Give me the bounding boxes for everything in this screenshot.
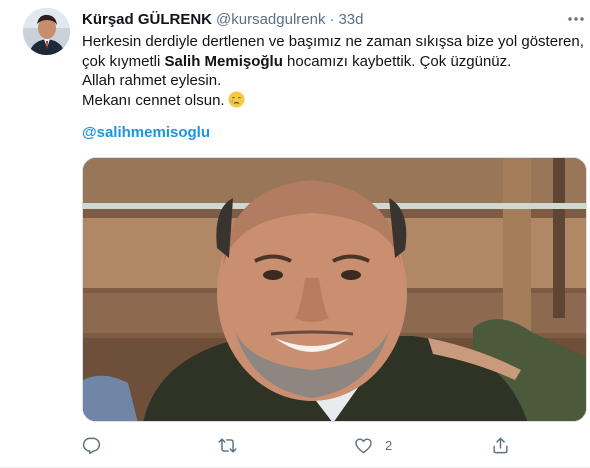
retweet-button[interactable] xyxy=(218,433,249,457)
tweet-text-segment: Mekanı cennet olsun. xyxy=(82,91,225,109)
share-icon xyxy=(493,437,508,453)
more-icon xyxy=(568,17,584,21)
portrait-photo xyxy=(83,158,586,421)
tweet[interactable]: Kürşad GÜLRENK @kursadgulrenk · 33d Herk… xyxy=(0,0,590,468)
tweet-photo[interactable] xyxy=(82,157,587,422)
tweet-header: Kürşad GÜLRENK @kursadgulrenk · 33d xyxy=(82,9,364,29)
tweet-text-line: çok kıymetli Salih Memişoğlu hocamızı ka… xyxy=(82,52,582,72)
author-handle[interactable]: @kursadgulrenk xyxy=(216,11,325,28)
more-options-button[interactable] xyxy=(568,12,584,26)
tweet-text-segment: hocamızı kaybettik. Çok üzgünüz. xyxy=(282,52,512,70)
reply-icon xyxy=(82,437,101,454)
tweet-actions: 2 xyxy=(82,433,587,457)
tweet-text: Herkesin derdiyle dertlenen ve başımız n… xyxy=(82,32,584,114)
like-icon xyxy=(355,437,372,453)
crying-face-icon xyxy=(228,91,245,114)
tweet-text-segment: çok kıymetli xyxy=(82,52,165,70)
tweet-text-bold: Salih Memişoğlu xyxy=(164,52,283,70)
tweet-timestamp[interactable]: 33d xyxy=(338,11,363,28)
like-count: 2 xyxy=(385,437,393,453)
avatar-image xyxy=(23,8,70,55)
tweet-text-line: Allah rahmet eylesin. xyxy=(82,72,222,89)
mention-link[interactable]: @salihmemisoglu xyxy=(82,124,210,141)
tweet-text-line: Herkesin derdiyle dertlenen ve başımız n… xyxy=(82,33,584,50)
reply-button[interactable] xyxy=(82,433,113,457)
author-name[interactable]: Kürşad GÜLRENK xyxy=(82,11,212,28)
tweet-text-line: Mekanı cennet olsun. xyxy=(82,91,582,114)
avatar[interactable] xyxy=(23,8,70,55)
like-button[interactable]: 2 xyxy=(354,433,392,457)
retweet-icon xyxy=(218,437,237,453)
share-button[interactable] xyxy=(491,433,510,457)
header-separator: · xyxy=(329,10,335,28)
